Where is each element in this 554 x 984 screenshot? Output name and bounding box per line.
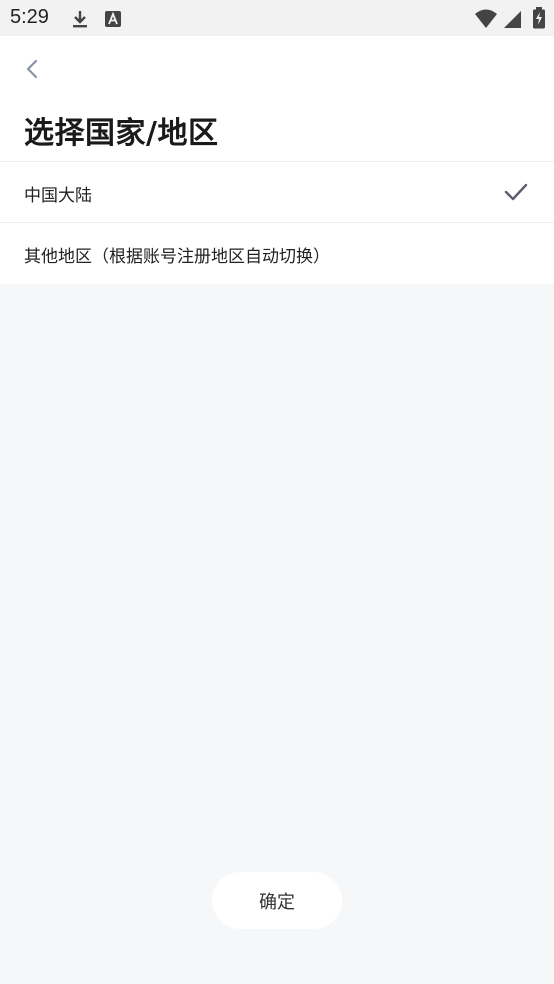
region-item-label: 其他地区（根据账号注册地区自动切换） xyxy=(24,247,330,267)
battery-charging-icon xyxy=(533,7,545,29)
region-item-mainland-china[interactable]: 中国大陆 xyxy=(0,162,554,223)
region-item-other[interactable]: 其他地区（根据账号注册地区自动切换） xyxy=(0,223,554,284)
download-icon xyxy=(73,11,87,28)
accessibility-a-icon xyxy=(105,11,121,27)
wifi-icon xyxy=(475,9,497,28)
region-item-label: 中国大陆 xyxy=(24,186,92,206)
check-icon xyxy=(504,183,528,201)
confirm-button[interactable]: 确定 xyxy=(212,872,342,929)
confirm-button-label: 确定 xyxy=(259,891,295,913)
signal-icon xyxy=(504,11,521,28)
header: 选择国家/地区 xyxy=(0,36,554,162)
page-title: 选择国家/地区 xyxy=(24,116,219,151)
region-list: 中国大陆 其他地区（根据账号注册地区自动切换） xyxy=(0,162,554,284)
back-arrow-icon[interactable] xyxy=(20,56,46,82)
status-bar: 5:29 xyxy=(0,0,554,36)
status-time: 5:29 xyxy=(10,6,49,28)
